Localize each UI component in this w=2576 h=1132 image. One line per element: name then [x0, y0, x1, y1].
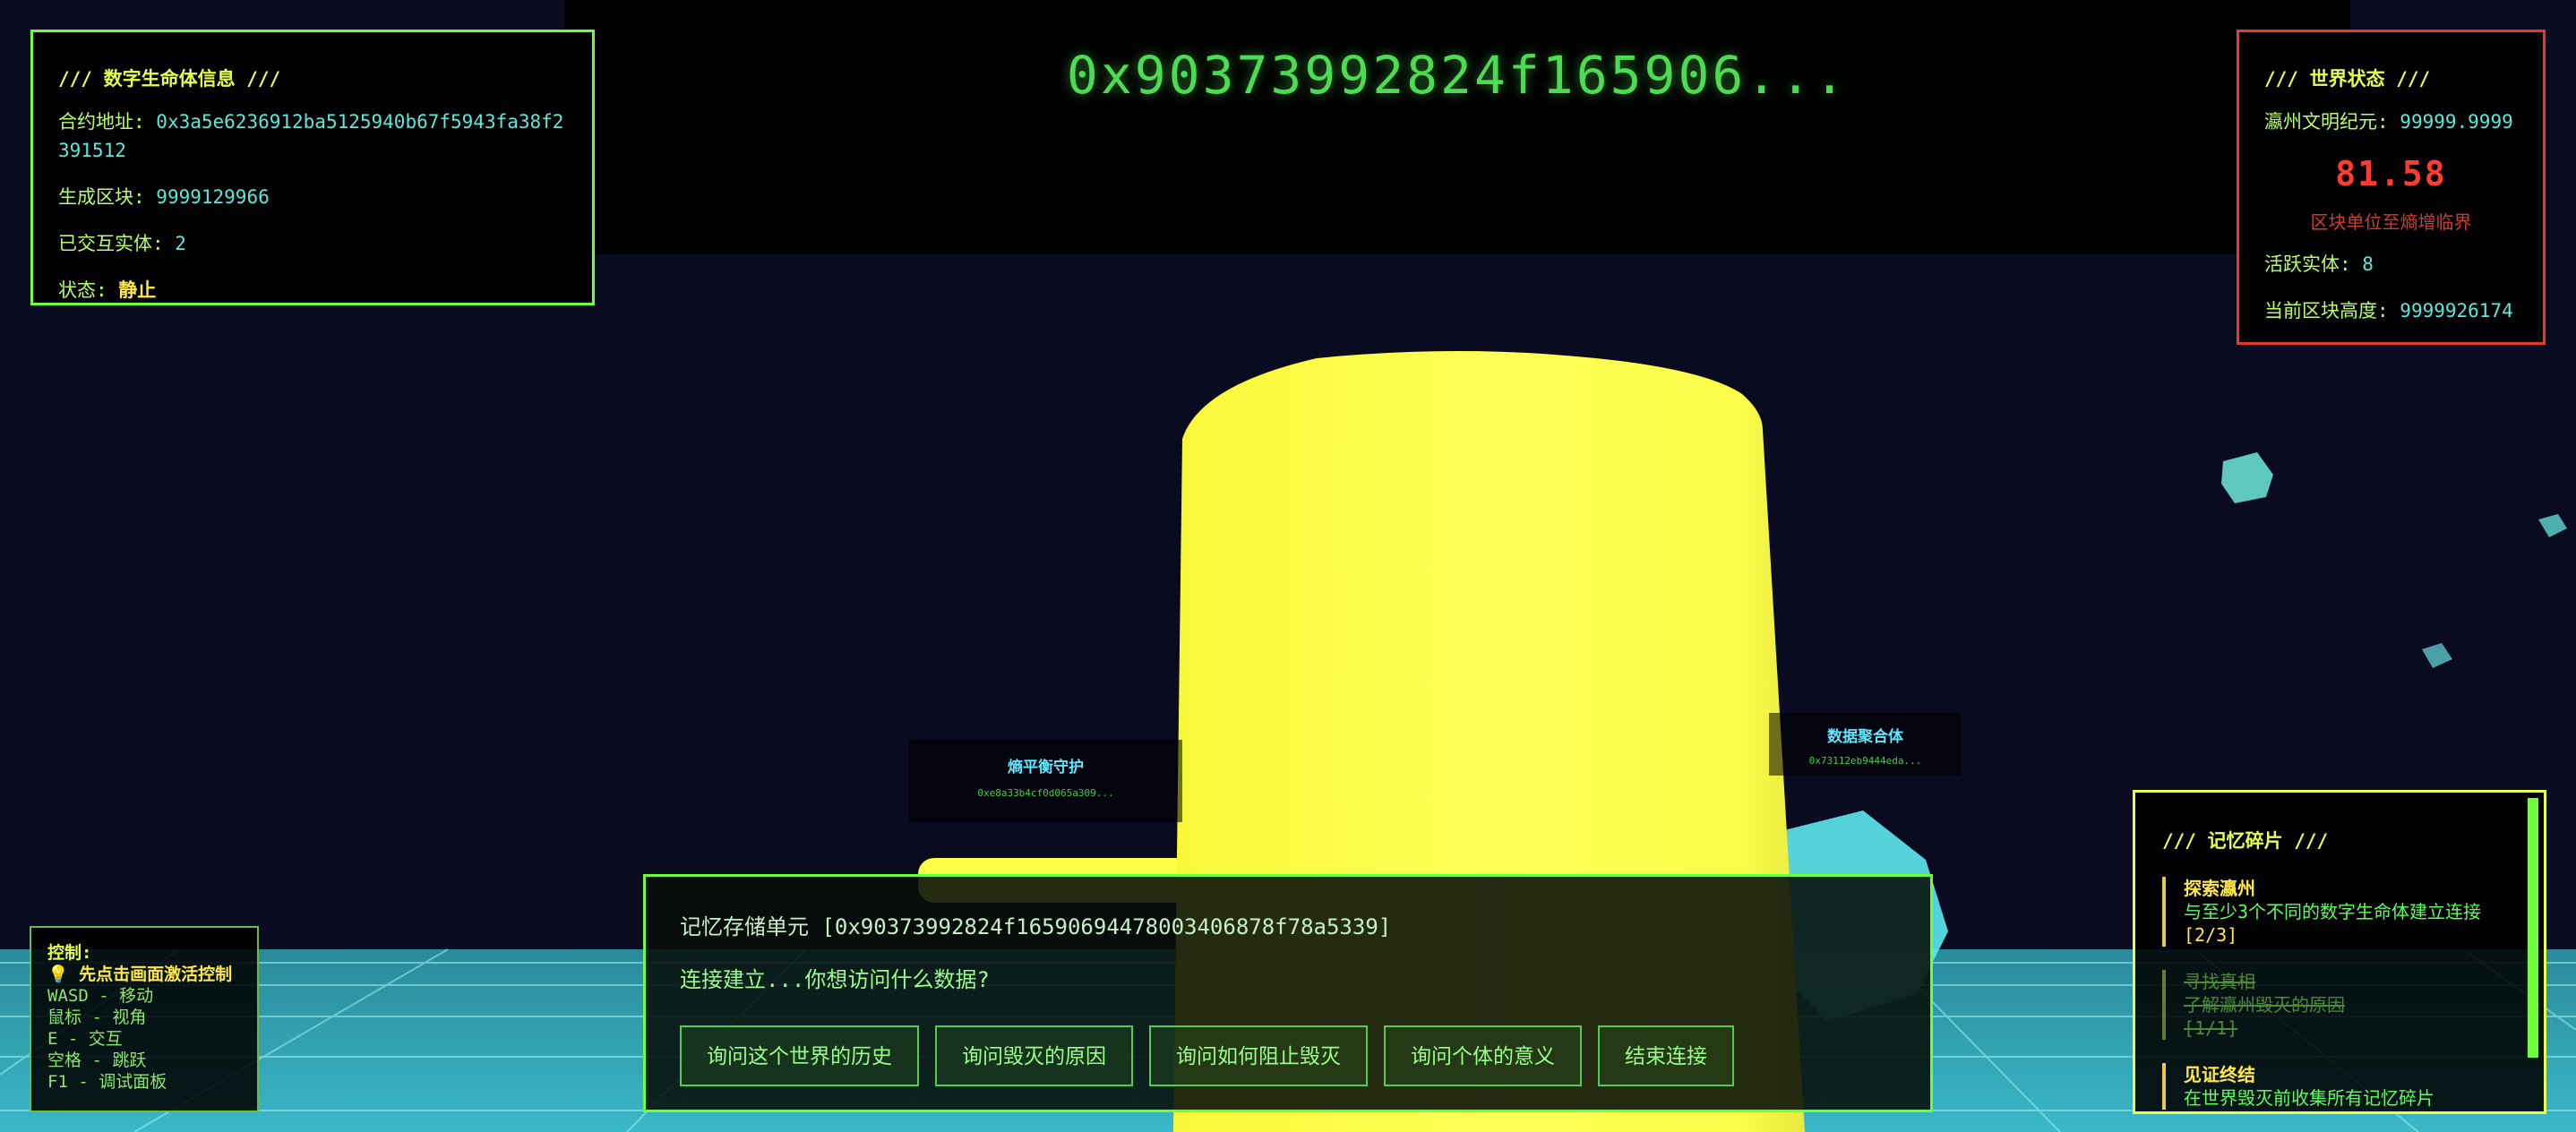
block-row: 生成区块: 9999129966	[58, 186, 270, 208]
entity-name: 熵平衡守护	[1008, 759, 1084, 776]
height-value: 9999926174	[2400, 300, 2513, 322]
top-banner: 0x90373992824f165906...	[564, 0, 2350, 254]
end-connection-button[interactable]: 结束连接	[1598, 1025, 1734, 1086]
countdown-warning: 区块单位至熵增临界	[2310, 211, 2472, 233]
control-interact: E - 交互	[47, 1029, 123, 1049]
quest-progress: [1/1]	[2184, 1017, 2238, 1039]
entity-label[interactable]: 熵平衡守护 0xe8a33b4cf0d065a309...	[909, 740, 1182, 822]
quest-title: 探索瀛州	[2184, 878, 2255, 899]
ask-prevent-destruction-button[interactable]: 询问如何阻止毁灭	[1149, 1025, 1368, 1086]
control-jump: 空格 - 跳跃	[47, 1051, 147, 1070]
ask-destruction-cause-button[interactable]: 询问毁灭的原因	[935, 1025, 1133, 1086]
interacted-value: 2	[175, 233, 186, 254]
active-value: 8	[2362, 253, 2374, 275]
dialog-panel: 记忆存储单元 [0x90373992824f165906944780034068…	[643, 874, 1933, 1112]
ask-history-button[interactable]: 询问这个世界的历史	[680, 1025, 919, 1086]
interacted-row: 已交互实体: 2	[58, 233, 186, 254]
status-value: 静止	[118, 279, 157, 301]
era-value: 99999.9999	[2400, 111, 2513, 133]
contract-row: 合约地址: 0x3a5e6236912ba5125940b67f5943fa38…	[58, 111, 564, 161]
entity-hash: 0x73112eb9444eda...	[1808, 755, 1922, 767]
quest-item: 探索瀛州 与至少3个不同的数字生命体建立连接 [2/3]	[2162, 877, 2517, 947]
controls-title: 控制:	[47, 943, 92, 963]
entity-label[interactable]: 数据聚合体 0x73112eb9444eda...	[1769, 713, 1962, 776]
control-view: 鼠标 - 视角	[47, 1008, 147, 1027]
dialog-options: 询问这个世界的历史 询问毁灭的原因 询问如何阻止毁灭 询问个体的意义 结束连接	[680, 1025, 1896, 1086]
quest-desc: 与至少3个不同的数字生命体建立连接	[2184, 901, 2482, 922]
quest-item: 见证终结 在世界毁灭前收集所有记忆碎片	[2162, 1063, 2517, 1110]
controls-hint: 💡 先点击画面激活控制	[47, 965, 233, 984]
height-row: 当前区块高度: 9999926174	[2264, 300, 2513, 322]
status-row: 状态: 静止	[58, 279, 157, 301]
memory-fragments-panel[interactable]: /// 记忆碎片 /// 探索瀛州 与至少3个不同的数字生命体建立连接 [2/3…	[2133, 790, 2546, 1114]
quest-desc: 在世界毁灭前收集所有记忆碎片	[2184, 1087, 2434, 1109]
quest-progress: [2/3]	[2184, 924, 2238, 946]
current-hash: 0x90373992824f165906...	[1066, 45, 1849, 106]
world-status-panel: /// 世界状态 /// 瀛州文明纪元: 99999.9999 81.58 区块…	[2237, 30, 2546, 345]
entity-hash: 0xe8a33b4cf0d065a309...	[977, 787, 1114, 799]
entity-name: 数据聚合体	[1827, 728, 1903, 746]
control-move: WASD - 移动	[47, 986, 154, 1006]
quest-desc: 了解瀛州毁灭的原因	[2184, 994, 2345, 1016]
dialog-title: 记忆存储单元 [0x90373992824f165906944780034068…	[680, 914, 1392, 939]
block-value: 9999129966	[156, 186, 270, 208]
panel-header: /// 记忆碎片 ///	[2162, 830, 2329, 852]
quest-title: 见证终结	[2184, 1064, 2255, 1085]
panel-header: /// 数字生命体信息 ///	[58, 68, 281, 90]
panel-header: /// 世界状态 ///	[2264, 68, 2431, 90]
control-debug: F1 - 调试面板	[47, 1072, 167, 1092]
quest-title: 寻找真相	[2184, 971, 2255, 992]
controls-panel: 控制: 💡 先点击画面激活控制 WASD - 移动 鼠标 - 视角 E - 交互…	[30, 926, 259, 1112]
scrollbar[interactable]	[2528, 798, 2538, 1058]
ask-meaning-button[interactable]: 询问个体的意义	[1384, 1025, 1582, 1086]
dialog-prompt: 连接建立...你想访问什么数据?	[680, 967, 990, 992]
quest-item-completed: 寻找真相 了解瀛州毁灭的原因 [1/1]	[2162, 970, 2517, 1040]
life-info-panel: /// 数字生命体信息 /// 合约地址: 0x3a5e6236912ba512…	[30, 30, 595, 305]
era-row: 瀛州文明纪元: 99999.9999	[2264, 111, 2513, 133]
countdown: 81.58	[2335, 154, 2447, 193]
active-row: 活跃实体: 8	[2264, 253, 2374, 275]
